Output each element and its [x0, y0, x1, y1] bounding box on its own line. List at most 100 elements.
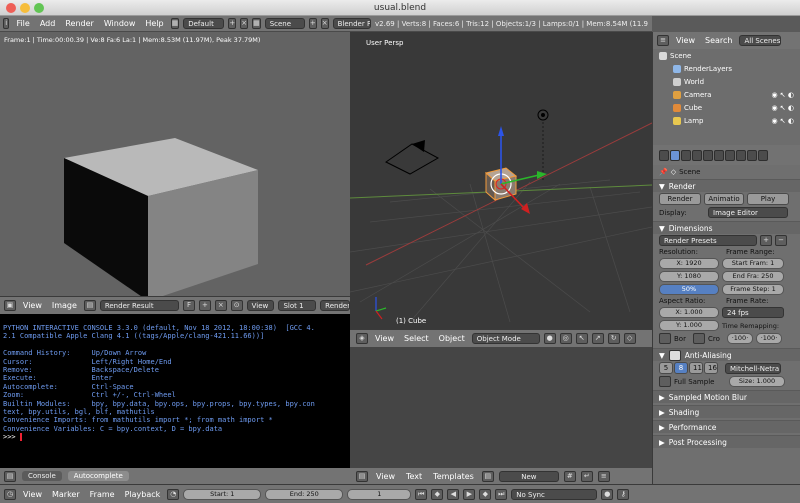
next-keyframe-icon[interactable]: ◆ [479, 488, 492, 500]
image-remove-icon[interactable]: × [214, 300, 227, 311]
visibility-toggles-icon[interactable]: ◉ ↖ ◐ [771, 91, 794, 99]
image-f-button[interactable]: F [183, 300, 195, 311]
modifiers-tab-icon[interactable] [736, 149, 746, 161]
menu-text[interactable]: Text [403, 472, 425, 481]
end-frame-field[interactable]: End: 250 [265, 488, 344, 500]
text-browse-icon[interactable]: ▤ [481, 470, 494, 482]
console-editor-type-icon[interactable]: ▤ [4, 470, 16, 482]
anti-aliasing-panel-header[interactable]: ▼ ✓ Anti-Aliasing [653, 348, 800, 361]
word-wrap-icon[interactable]: ↵ [580, 470, 593, 482]
collapsed-panel-header[interactable]: ▶ Sampled Motion Blur [653, 390, 800, 403]
scene-add-icon[interactable]: + [308, 18, 317, 29]
text-editor-area[interactable] [350, 347, 652, 468]
image-add-icon[interactable]: + [198, 300, 211, 311]
properties-editor-type-icon[interactable] [659, 149, 669, 161]
world-tab-icon[interactable] [703, 149, 713, 161]
render-layer-selector[interactable]: Render [320, 300, 350, 311]
object-tab-icon[interactable] [714, 149, 724, 161]
play-icon[interactable]: ▶ [463, 488, 476, 500]
editor-type-icon[interactable]: i [3, 18, 10, 29]
menu-templates[interactable]: Templates [430, 472, 477, 481]
console-prompt-line[interactable]: >>> [3, 433, 347, 442]
properties-editor[interactable]: 📌 ◇ Scene ▼ Render Render Animatio Play D… [652, 145, 800, 484]
data-tab-icon[interactable] [747, 149, 757, 161]
resolution-x-field[interactable]: X: 1920 [659, 258, 719, 269]
aa-filter-selector[interactable]: Mitchell-Netra [725, 362, 781, 374]
resolution-percentage-slider[interactable]: 50% [659, 284, 719, 295]
outliner-item[interactable]: Scene [653, 49, 800, 62]
menu-help[interactable]: Help [142, 19, 166, 28]
menu-text-view[interactable]: View [373, 472, 398, 481]
collapsed-panel-header[interactable]: ▶ Performance [653, 420, 800, 433]
viewport-shading-icon[interactable]: ● [543, 333, 556, 344]
aa-sample-button[interactable]: 11 [689, 362, 703, 374]
frame-rate-selector[interactable]: 24 fps [722, 307, 784, 318]
visibility-toggles-icon[interactable]: ◉ ↖ ◐ [771, 104, 794, 112]
current-frame-field[interactable]: 1 [347, 488, 412, 500]
menu-add[interactable]: Add [37, 19, 59, 28]
text-editor-type-icon[interactable]: ▤ [356, 470, 368, 482]
prev-keyframe-icon[interactable]: ◆ [431, 488, 444, 500]
start-frame-field-props[interactable]: Start Fram: 1 [722, 258, 784, 269]
outliner[interactable]: ≡ View Search All Scenes Scene RenderLaye… [652, 32, 800, 145]
autocomplete-tab[interactable]: Autocomplete [67, 471, 129, 481]
resolution-y-field[interactable]: Y: 1080 [659, 271, 719, 282]
render-layers-tab-icon[interactable] [681, 149, 691, 161]
outliner-item[interactable]: Cube ◉ ↖ ◐ [653, 101, 800, 114]
keying-set-icon[interactable]: ⚷ [617, 488, 630, 500]
collapsed-panel-header[interactable]: ▶ Shading [653, 405, 800, 418]
display-selector[interactable]: Image Editor [708, 207, 788, 218]
scene-remove-icon[interactable]: × [320, 18, 329, 29]
render-engine-selector[interactable]: Blender Render [332, 18, 372, 29]
preset-add-icon[interactable]: + [760, 235, 772, 246]
manipulator-icon[interactable]: ↖ [575, 333, 588, 344]
translate-manipulator-icon[interactable]: ↗ [591, 333, 604, 344]
visibility-toggles-icon[interactable]: ◉ ↖ ◐ [771, 117, 794, 125]
aa-sample-button[interactable]: 5 [659, 362, 673, 374]
start-frame-field[interactable]: Start: 1 [183, 488, 262, 500]
outliner-editor-type-icon[interactable]: ≡ [657, 35, 669, 46]
auto-keying-icon[interactable]: ● [601, 488, 614, 500]
interaction-mode-selector[interactable]: Object Mode [471, 333, 540, 344]
scene-icon[interactable]: ▦ [252, 18, 261, 29]
line-numbers-icon[interactable]: # [563, 470, 576, 482]
menu-marker[interactable]: Marker [49, 490, 83, 499]
python-console[interactable]: PYTHON INTERACTIVE CONSOLE 3.3.0 (defaul… [0, 314, 350, 468]
menu-frame[interactable]: Frame [87, 490, 118, 499]
menu-outliner-view[interactable]: View [673, 36, 698, 45]
menu-window[interactable]: Window [101, 19, 139, 28]
menu-select[interactable]: Select [401, 334, 432, 343]
aspect-y-field[interactable]: Y: 1.000 [659, 320, 719, 331]
close-window-button[interactable] [6, 3, 16, 13]
image-pin-icon[interactable]: ⊙ [230, 300, 243, 311]
3d-view-editor-type-icon[interactable]: ◈ [356, 333, 368, 344]
aspect-x-field[interactable]: X: 1.000 [659, 307, 719, 318]
render-animation-button[interactable]: Animatio [704, 193, 744, 205]
menu-object[interactable]: Object [436, 334, 468, 343]
material-tab-icon[interactable] [758, 149, 768, 161]
image-editor-type-icon[interactable]: ▣ [4, 300, 16, 311]
outliner-item[interactable]: Lamp ◉ ↖ ◐ [653, 114, 800, 127]
image-datablock-field[interactable]: Render Result [99, 300, 180, 311]
aa-size-field[interactable]: Size: 1.000 [729, 376, 785, 387]
collapsed-panel-header[interactable]: ▶ Post Processing [653, 435, 800, 448]
zoom-window-button[interactable] [34, 3, 44, 13]
menu-3d-view[interactable]: View [372, 334, 397, 343]
aa-sample-button[interactable]: 8 [674, 362, 688, 374]
play-animation-button[interactable]: Play [747, 193, 789, 205]
outliner-item[interactable]: RenderLayers [653, 62, 800, 75]
new-text-button[interactable]: New [498, 470, 559, 482]
jump-start-icon[interactable]: ⏮ [415, 488, 428, 500]
menu-outliner-search[interactable]: Search [702, 36, 735, 45]
menu-file[interactable]: File [13, 19, 32, 28]
border-checkbox[interactable] [659, 333, 671, 344]
scene-tab-icon[interactable] [692, 149, 702, 161]
pivot-point-icon[interactable]: ◎ [559, 333, 572, 344]
sync-mode-selector[interactable]: No Sync [511, 488, 598, 500]
render-tab-icon[interactable] [670, 149, 680, 161]
jump-end-icon[interactable]: ⏭ [495, 488, 508, 500]
layout-icon[interactable]: ▦ [170, 18, 180, 29]
menu-playback[interactable]: Playback [122, 490, 164, 499]
render-image-button[interactable]: Render [659, 193, 701, 205]
minimize-window-button[interactable] [20, 3, 30, 13]
